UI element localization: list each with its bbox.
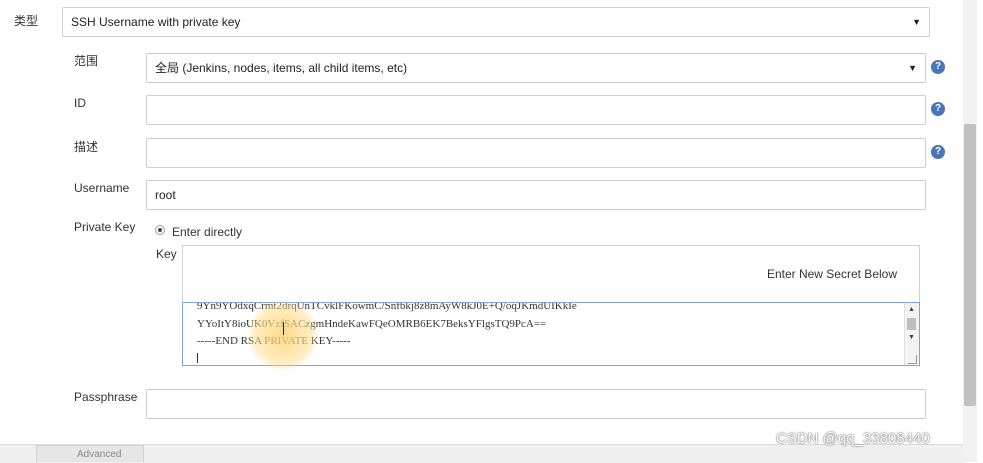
scope-select-value: 全局 (Jenkins, nodes, items, all child ite… [155, 61, 408, 75]
enter-directly-label[interactable]: Enter directly [172, 225, 242, 239]
text-cursor [197, 353, 198, 363]
textarea-scrollbar[interactable]: ▲ ▼ [904, 303, 919, 365]
secret-hint-box: Enter New Secret Below [182, 245, 920, 303]
help-icon[interactable]: ? [931, 60, 945, 74]
private-key-label: Private Key [74, 220, 136, 234]
username-label: Username [74, 181, 130, 195]
page-scrollbar-thumb[interactable] [964, 124, 976, 406]
watermark: CSDN @qq_33808440 [776, 430, 930, 447]
help-icon[interactable]: ? [931, 102, 945, 116]
id-label: ID [74, 96, 86, 110]
textarea-scroll-thumb[interactable] [907, 318, 916, 330]
type-select-value: SSH Username with private key [71, 15, 241, 29]
help-icon[interactable]: ? [931, 145, 945, 159]
id-input[interactable] [146, 95, 926, 125]
passphrase-label: Passphrase [74, 390, 138, 404]
scope-label: 范围 [74, 54, 99, 68]
username-input[interactable]: root [146, 180, 926, 210]
scroll-down-icon[interactable]: ▼ [908, 333, 915, 341]
type-label: 类型 [14, 14, 39, 28]
scope-select[interactable]: 全局 (Jenkins, nodes, items, all child ite… [146, 53, 926, 83]
chevron-down-icon: ▼ [912, 17, 921, 27]
advanced-tab[interactable]: Advanced [36, 445, 144, 462]
description-label: 描述 [74, 140, 99, 154]
mouse-cursor-highlight [248, 300, 318, 370]
type-select[interactable]: SSH Username with private key ▼ [62, 7, 930, 37]
passphrase-input[interactable] [146, 389, 926, 419]
scroll-up-icon[interactable]: ▲ [908, 305, 915, 313]
mouse-cursor-icon [283, 322, 284, 335]
resize-handle-icon[interactable] [908, 355, 917, 364]
chevron-down-icon: ▼ [908, 63, 917, 73]
key-text-line: 9Yn9YOdxqCrmt2drqUnTCvklFKowmC/Snfbkj8z8… [197, 302, 577, 312]
enter-directly-radio[interactable] [155, 225, 165, 235]
key-label: Key [156, 247, 177, 261]
description-input[interactable] [146, 138, 926, 168]
secret-hint-text: Enter New Secret Below [766, 267, 897, 281]
